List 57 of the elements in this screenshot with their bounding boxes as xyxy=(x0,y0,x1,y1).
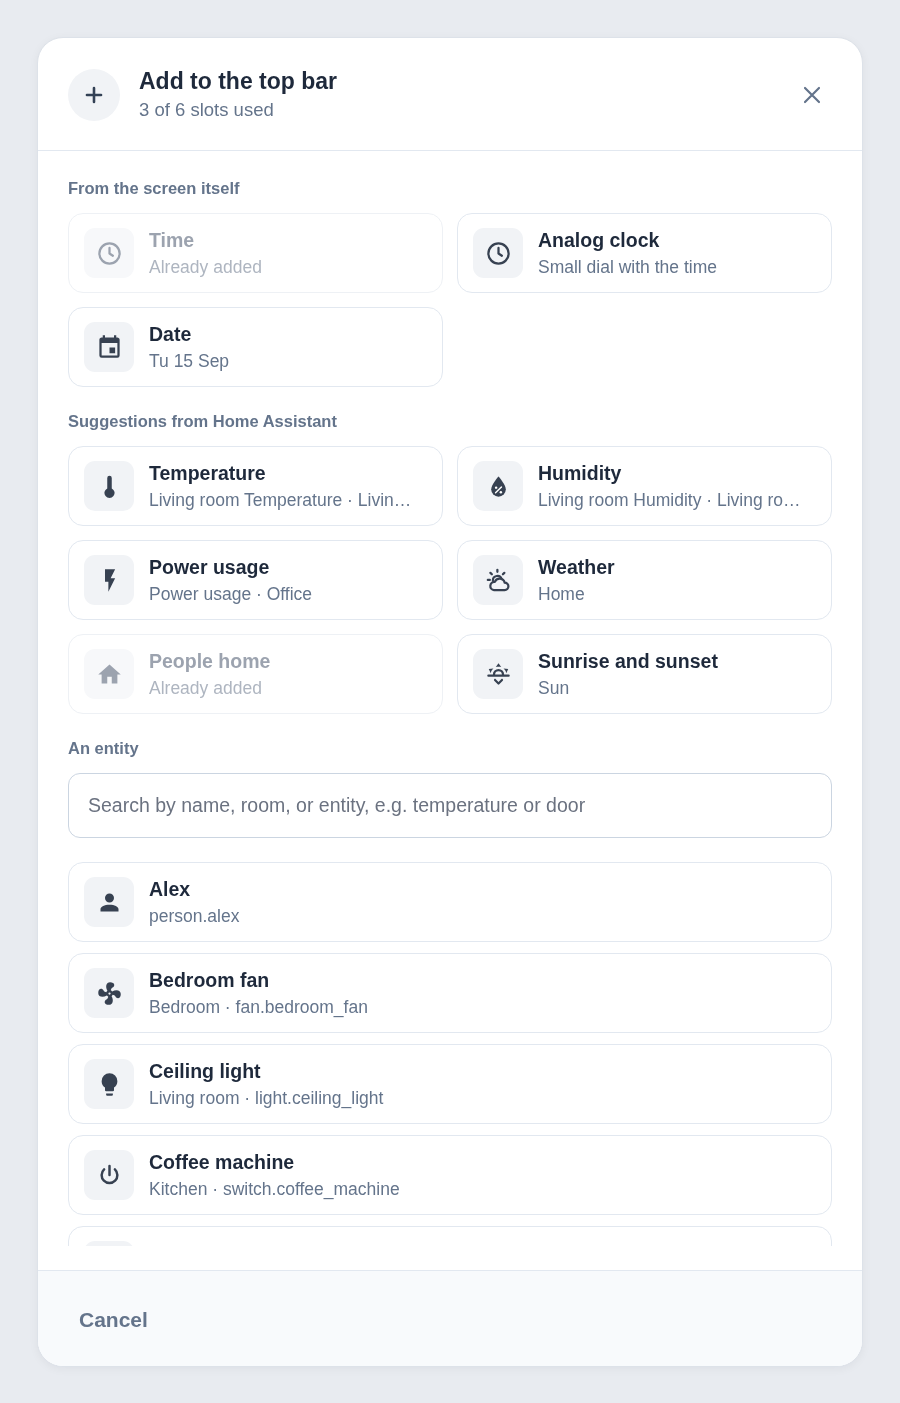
section-heading: An entity xyxy=(68,738,140,758)
calendar-icon xyxy=(84,322,134,372)
dialog-title: Add to the top bar xyxy=(139,67,339,95)
water-drop-icon xyxy=(473,461,523,511)
option-card[interactable]: Date Tu 15 Sep xyxy=(68,307,443,387)
option-subtitle: Power usage · Office xyxy=(149,583,313,605)
clock-icon xyxy=(84,228,134,278)
entity-card[interactable]: Alex person.alex xyxy=(68,862,832,942)
entity-details: person.alex xyxy=(149,905,240,927)
option-subtitle: Already added xyxy=(149,256,262,278)
option-title: Time xyxy=(149,228,196,252)
sun-cloud-icon xyxy=(473,555,523,605)
clock-icon xyxy=(473,228,523,278)
option-card[interactable]: Temperature Living room Temperature · Livin… xyxy=(68,446,443,526)
option-subtitle: Living room Temperature · Livin… xyxy=(149,489,412,511)
entity-card[interactable]: Ceiling light Living room · light.ceiling_light xyxy=(68,1044,832,1124)
entity-name: Bedroom fan xyxy=(149,968,271,992)
entity-card[interactable]: Bedroom fan Bedroom · fan.bedroom_fan xyxy=(68,953,832,1033)
option-title: Power usage xyxy=(149,555,271,579)
entity-details: Living room · light.ceiling_light xyxy=(149,1087,384,1109)
dialog-subtitle: 3 of 6 slots used xyxy=(139,98,275,122)
option-title: Humidity xyxy=(538,461,623,485)
option-card[interactable]: Weather Home xyxy=(457,540,832,620)
option-title: Temperature xyxy=(149,461,267,485)
lightbulb-icon xyxy=(84,1059,134,1109)
sunset-icon xyxy=(473,649,523,699)
cancel-button[interactable]: Cancel xyxy=(68,1298,159,1342)
lightning-icon xyxy=(84,555,134,605)
option-card[interactable]: Power usage Power usage · Office xyxy=(68,540,443,620)
person-icon xyxy=(84,877,134,927)
option-title: Date xyxy=(149,322,193,346)
entity-details: Kitchen · switch.coffee_machine xyxy=(149,1178,400,1200)
option-title: People home xyxy=(149,649,271,673)
option-title: Weather xyxy=(538,555,615,579)
section-heading: Suggestions from Home Assistant xyxy=(68,411,338,431)
option-title: Analog clock xyxy=(538,228,661,252)
option-title: Sunrise and sunset xyxy=(538,649,718,673)
option-card[interactable]: Analog clock Small dial with the time xyxy=(457,213,832,293)
thermometer-icon xyxy=(84,461,134,511)
option-subtitle: Small dial with the time xyxy=(538,256,717,278)
power-icon xyxy=(84,1150,134,1200)
entity-name: Ceiling light xyxy=(149,1059,262,1083)
option-card[interactable]: Sunrise and sunset Sun xyxy=(457,634,832,714)
option-subtitle: Already added xyxy=(149,677,263,699)
option-card[interactable]: Humidity Living room Humidity · Living ro… xyxy=(457,446,832,526)
option-subtitle: Tu 15 Sep xyxy=(149,350,230,372)
option-subtitle: Sun xyxy=(538,677,571,699)
house-icon xyxy=(84,649,134,699)
option-subtitle: Home xyxy=(538,583,586,605)
search-field[interactable]: Search by name, room, or entity, e.g. temperature or door xyxy=(68,773,832,838)
fan-icon xyxy=(84,968,134,1018)
option-subtitle: Living room Humidity · Living ro… xyxy=(538,489,801,511)
entity-name: Coffee machine xyxy=(149,1150,296,1174)
entity-name: Alex xyxy=(149,877,192,901)
entity-details: Bedroom · fan.bedroom_fan xyxy=(149,996,368,1018)
section-heading: From the screen itself xyxy=(68,178,241,198)
entity-card[interactable]: Coffee machine Kitchen · switch.coffee_machine xyxy=(68,1135,832,1215)
